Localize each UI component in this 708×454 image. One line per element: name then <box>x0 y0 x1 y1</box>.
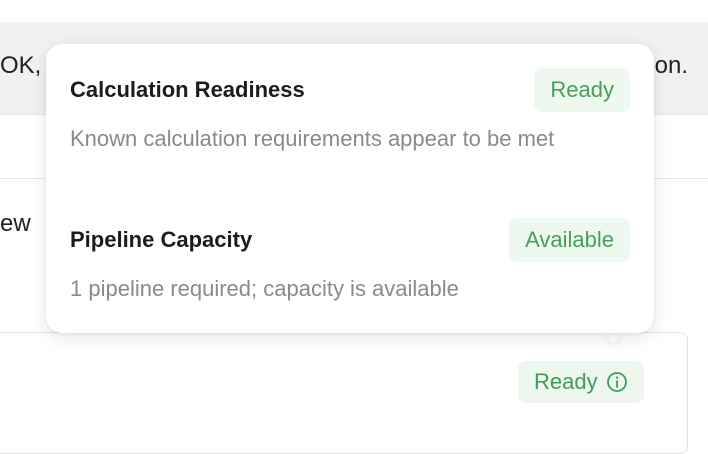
info-circle-icon <box>606 371 628 393</box>
status-chip-label: Ready <box>534 369 598 394</box>
section-description: 1 pipeline required; capacity is availab… <box>70 276 459 301</box>
status-badge: Ready <box>534 68 630 112</box>
banner-text-right: on. <box>654 52 688 79</box>
section-title: Pipeline Capacity <box>70 227 253 252</box>
calculation-readiness-section: Calculation Readiness Ready Known calcul… <box>70 68 630 158</box>
readiness-details-popover: Calculation Readiness Ready Known calcul… <box>46 44 654 333</box>
pipeline-capacity-section: Pipeline Capacity Available 1 pipeline r… <box>70 218 630 308</box>
section-title: Calculation Readiness <box>70 77 305 102</box>
readiness-status-chip[interactable]: Ready <box>518 361 644 403</box>
status-badge: Available <box>509 218 630 262</box>
card-heading-fragment: ew <box>0 210 31 237</box>
section-description: Known calculation requirements appear to… <box>70 126 555 151</box>
